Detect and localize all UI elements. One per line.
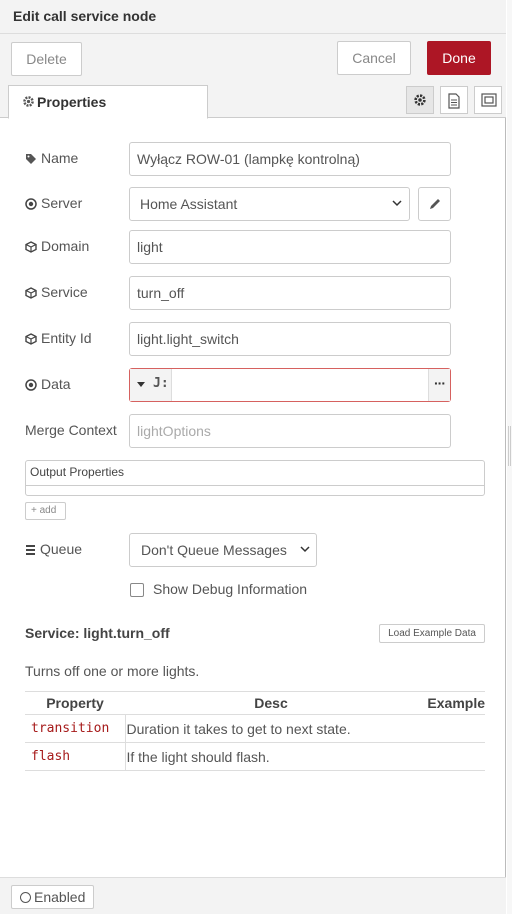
merge-context-label: Merge Context (25, 422, 117, 438)
chevron-down-icon (300, 534, 310, 577)
chevron-down-icon (392, 188, 402, 231)
gear-icon (414, 94, 426, 106)
circle-icon (20, 892, 31, 903)
plus-icon: + (31, 505, 37, 516)
cube-icon (25, 333, 37, 345)
data-typed-input[interactable]: J: ··· (129, 368, 451, 402)
add-output-button[interactable]: + add (25, 502, 66, 520)
server-label: Server (25, 195, 82, 211)
table-row: transition Duration it takes to get to n… (25, 714, 485, 743)
queue-select[interactable]: Don't Queue Messages (129, 533, 317, 567)
data-type-selector[interactable]: J: (130, 369, 172, 401)
dot-circle-icon (25, 379, 37, 391)
name-label: Name (25, 150, 78, 166)
cube-icon (25, 287, 37, 299)
service-fields-table: Property Desc Example transition Duratio… (25, 691, 485, 771)
tag-icon (26, 154, 36, 164)
merge-context-input[interactable]: lightOptions (129, 414, 451, 448)
column-header-property: Property (25, 691, 125, 715)
gear-icon (23, 96, 34, 107)
dialog-title: Edit call service node (13, 8, 157, 24)
field-desc: If the light should flash. (125, 742, 417, 771)
enabled-toggle-button[interactable]: Enabled (11, 885, 94, 909)
entity-id-input[interactable]: light.light_switch (129, 322, 451, 356)
tab-properties[interactable]: Properties (8, 85, 208, 119)
debug-checkbox[interactable] (130, 583, 144, 597)
column-header-desc: Desc (125, 691, 417, 715)
cube-icon (25, 241, 37, 253)
column-header-example: Example (417, 691, 485, 715)
grip-icon (508, 426, 511, 466)
domain-input[interactable]: light (129, 230, 451, 264)
field-desc: Duration it takes to get to next state. (125, 714, 417, 743)
output-properties-list: Output Properties (25, 460, 485, 496)
pencil-icon (430, 199, 440, 209)
json-type-icon: J: (153, 376, 169, 391)
cancel-button[interactable]: Cancel (337, 41, 411, 75)
debug-checkbox-label[interactable]: Show Debug Information (153, 581, 307, 597)
dot-circle-icon (25, 198, 37, 210)
field-example (417, 742, 485, 771)
service-description: Turns off one or more lights. (25, 663, 200, 679)
name-input[interactable]: Wyłącz ROW-01 (lampkę kontrolną) (129, 142, 451, 176)
table-header-row: Property Desc Example (25, 691, 485, 715)
table-row: flash If the light should flash. (25, 742, 485, 771)
server-select-value: Home Assistant (140, 196, 238, 212)
queue-label: Queue (25, 541, 82, 557)
dialog-footer: Enabled (0, 877, 506, 914)
caret-down-icon (137, 382, 145, 387)
edit-dialog: Edit call service node Delete Cancel Don… (0, 0, 506, 914)
expand-editor-button[interactable]: ··· (428, 369, 450, 401)
output-properties-header: Output Properties (26, 461, 484, 486)
service-input[interactable]: turn_off (129, 276, 451, 310)
service-info-title: Service: light.turn_off (25, 625, 170, 641)
edit-server-button[interactable] (418, 187, 451, 221)
field-name: flash (25, 742, 126, 771)
queue-select-value: Don't Queue Messages (141, 542, 287, 558)
service-label: Service (25, 284, 88, 300)
document-icon (448, 93, 460, 109)
done-button[interactable]: Done (427, 41, 491, 75)
load-example-data-button[interactable]: Load Example Data (379, 624, 485, 643)
dialog-titlebar: Edit call service node (0, 0, 506, 34)
server-select[interactable]: Home Assistant (129, 187, 410, 221)
tab-description[interactable] (440, 86, 468, 114)
domain-label: Domain (25, 238, 89, 254)
data-label: Data (25, 376, 71, 392)
delete-button[interactable]: Delete (11, 42, 82, 76)
tab-settings[interactable] (406, 86, 434, 114)
field-name: transition (25, 714, 126, 743)
entity-label: Entity Id (25, 330, 92, 346)
field-example (417, 714, 485, 743)
tab-appearance[interactable] (474, 86, 502, 114)
resize-handle[interactable] (507, 0, 512, 914)
frame-icon (481, 93, 497, 107)
tab-bar: Properties (0, 82, 506, 119)
tab-properties-label: Properties (37, 94, 107, 110)
dialog-toolbar: Delete Cancel Done (0, 34, 506, 82)
list-icon (26, 545, 35, 555)
